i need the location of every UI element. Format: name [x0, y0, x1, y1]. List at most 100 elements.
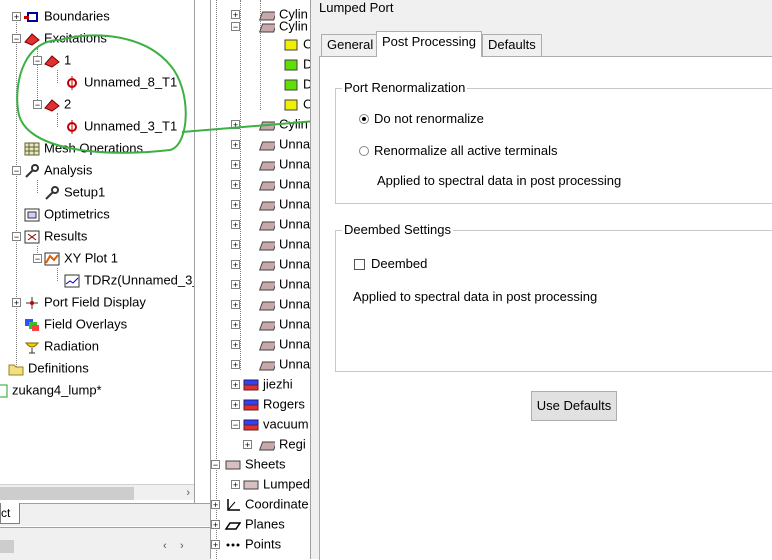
model-tree-item[interactable]: Points [225, 534, 281, 554]
tree-item-trace[interactable]: TDRz(Unnamed_3_ [64, 270, 194, 290]
tree-item-results[interactable]: Results [24, 226, 87, 246]
model-tree-item[interactable]: Unna [258, 314, 310, 334]
model-tree[interactable]: +Cylin−CylinCDDC+Cylin+Unna+Unna+Unna+Un… [210, 0, 311, 559]
horizontal-scrollbar[interactable]: › [0, 484, 194, 500]
radio-renormalize-all[interactable] [359, 146, 369, 156]
checkbox-label[interactable]: Deembed [371, 256, 427, 272]
model-tree-item[interactable]: jiezhi [243, 374, 293, 394]
scroll-right-icon[interactable]: › [180, 538, 184, 555]
tree-item-port-field-display[interactable]: Port Field Display [24, 292, 146, 312]
expander[interactable]: + [231, 380, 240, 390]
expander[interactable]: + [231, 160, 240, 170]
radio-label[interactable]: Renormalize all active terminals [374, 143, 558, 159]
tree-item-optimetrics[interactable]: Optimetrics [24, 204, 110, 224]
model-tree-item[interactable]: Unna [258, 254, 310, 274]
cyl-icon [258, 438, 278, 452]
model-tree-item[interactable]: Unna [258, 334, 310, 354]
tree-item-definitions[interactable]: Definitions [8, 358, 89, 378]
horizontal-scrollbar[interactable]: ‹ › [0, 538, 198, 555]
tree-item-label: Radiation [44, 338, 99, 354]
expander[interactable]: − [231, 22, 240, 32]
pane-divider[interactable] [194, 0, 195, 510]
model-tree-item[interactable]: Lumped [243, 474, 310, 494]
expander[interactable]: + [231, 280, 240, 290]
expander[interactable]: − [33, 254, 42, 264]
tree-item-xy-plot[interactable]: XY Plot 1 [44, 248, 118, 268]
model-tree-item[interactable]: vacuum [243, 414, 309, 434]
model-tree-item[interactable]: Unna [258, 234, 310, 254]
expander[interactable]: + [231, 180, 240, 190]
expander[interactable]: + [231, 340, 240, 350]
expander[interactable]: + [211, 500, 220, 510]
cyl-icon [258, 258, 278, 272]
tab-project[interactable]: ct [0, 503, 20, 524]
tree-item-label: jiezhi [263, 376, 293, 392]
expander[interactable]: + [231, 300, 240, 310]
model-tree-item[interactable]: Rogers [243, 394, 305, 414]
model-tree-item[interactable]: Unna [258, 354, 310, 374]
cyl-icon [258, 318, 278, 332]
model-tree-item[interactable]: Unna [258, 194, 310, 214]
tree-line [240, 0, 241, 370]
model-tree-item[interactable]: C [283, 34, 311, 54]
expander[interactable]: + [231, 400, 240, 410]
cyl-icon [258, 20, 278, 34]
tree-item-field-overlays[interactable]: Field Overlays [24, 314, 127, 334]
tab-defaults[interactable]: Defaults [482, 34, 542, 56]
scroll-left-icon[interactable]: ‹ [163, 538, 167, 555]
scrollbar-thumb[interactable] [0, 540, 14, 553]
expander[interactable]: − [12, 166, 21, 176]
model-tree-item[interactable]: Sheets [225, 454, 285, 474]
model-tree-item[interactable]: Unna [258, 174, 310, 194]
tree-item-design[interactable]: zukang4_lump* [0, 380, 102, 400]
scrollbar-thumb[interactable] [0, 487, 134, 500]
project-tree[interactable]: + Boundaries − Excitations − 1 Unnamed_8… [0, 0, 194, 500]
expander[interactable]: + [231, 260, 240, 270]
expander[interactable]: + [231, 480, 240, 490]
use-defaults-button[interactable]: Use Defaults [531, 391, 617, 421]
tree-line [57, 268, 58, 281]
mat-icon [243, 398, 259, 412]
tree-item-label: Analysis [44, 162, 93, 178]
tree-item-analysis[interactable]: Analysis [24, 160, 92, 180]
model-tree-item[interactable]: Planes [224, 514, 285, 534]
expander[interactable]: + [243, 440, 252, 450]
tree-item-setup1[interactable]: Setup1 [44, 182, 105, 202]
model-tree-item[interactable]: Regi [258, 434, 306, 454]
expander[interactable]: − [211, 460, 220, 470]
tab-general[interactable]: General [321, 34, 380, 56]
expander[interactable]: + [12, 298, 21, 308]
expander[interactable]: + [231, 10, 240, 20]
expander[interactable]: + [231, 320, 240, 330]
expander[interactable]: + [211, 540, 220, 550]
expander[interactable]: + [231, 200, 240, 210]
deembed-checkbox[interactable] [354, 259, 365, 270]
expander[interactable]: − [231, 420, 240, 430]
expander[interactable]: + [231, 220, 240, 230]
radio-label[interactable]: Do not renormalize [374, 111, 484, 127]
model-tree-item[interactable]: Cylin [258, 16, 308, 36]
tree-item-label: Unna [279, 276, 311, 292]
scroll-right-icon[interactable]: › [186, 485, 190, 500]
group-legend: Port Renormalization [342, 80, 468, 96]
radio-do-not-renormalize[interactable] [359, 114, 369, 124]
design-icon [0, 384, 8, 398]
expander[interactable]: − [12, 232, 21, 242]
tree-item-label: Planes [245, 516, 285, 532]
model-tree-item[interactable]: Coordinate [225, 494, 309, 514]
expander[interactable]: + [211, 520, 220, 530]
expander[interactable]: + [231, 360, 240, 370]
deembed-settings-group: Deembed Settings Deembed Applied to spec… [335, 222, 772, 372]
tree-item-label: Port Field Display [44, 294, 146, 310]
model-tree-item[interactable]: C [283, 94, 311, 114]
model-tree-item[interactable]: D [283, 54, 311, 74]
expander[interactable]: + [231, 240, 240, 250]
model-tree-item[interactable]: Unna [258, 294, 310, 314]
tab-post-processing[interactable]: Post Processing [376, 31, 482, 57]
cyl-icon [258, 198, 278, 212]
tree-item-radiation[interactable]: Radiation [24, 336, 99, 356]
model-tree-item[interactable]: Unna [258, 154, 310, 174]
model-tree-item[interactable]: Unna [258, 274, 311, 294]
model-tree-item[interactable]: Unna [258, 214, 310, 234]
model-tree-item[interactable]: D [283, 74, 311, 94]
